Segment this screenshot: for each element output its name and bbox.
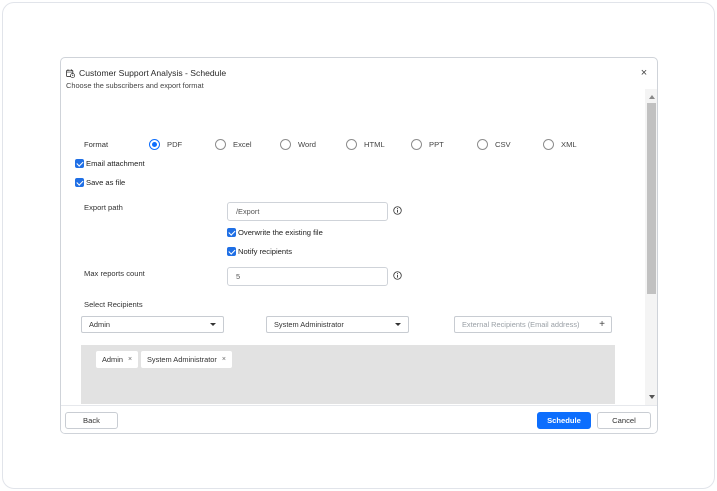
format-option-excel[interactable]: Excel <box>215 139 252 150</box>
format-option-ppt[interactable]: PPT <box>411 139 444 150</box>
radio-label-html: HTML <box>364 140 385 149</box>
recipient-chip-label: Admin <box>102 355 123 364</box>
format-label: Format <box>84 140 109 149</box>
calendar-clock-icon <box>66 68 75 78</box>
vertical-scrollbar[interactable] <box>645 89 657 405</box>
format-option-html[interactable]: HTML <box>346 139 385 150</box>
email-attachment-checkbox[interactable] <box>75 159 84 168</box>
radio-word[interactable] <box>280 139 291 150</box>
radio-label-word: Word <box>298 140 317 149</box>
radio-xml[interactable] <box>543 139 554 150</box>
recipient-chip-label: System Administrator <box>147 355 217 364</box>
overwrite-checkbox[interactable] <box>227 228 236 237</box>
radio-label-ppt: PPT <box>429 140 444 149</box>
radio-csv[interactable] <box>477 139 488 150</box>
dialog-title: Customer Support Analysis - Schedule <box>79 68 227 78</box>
external-recipients-placeholder: External Recipients (Email address) <box>462 320 580 329</box>
dialog-header: Customer Support Analysis - Schedule <box>66 67 226 79</box>
max-reports-input[interactable]: 5 <box>227 267 388 286</box>
cancel-button[interactable]: Cancel <box>597 412 651 429</box>
add-icon[interactable]: + <box>599 319 605 331</box>
radio-pdf[interactable] <box>149 139 160 150</box>
scroll-down-icon[interactable] <box>645 392 657 402</box>
remove-icon[interactable]: × <box>222 356 226 363</box>
recipient-group-value: Admin <box>89 320 110 329</box>
recipient-chip: Admin × <box>96 351 139 368</box>
schedule-dialog: Customer Support Analysis - Schedule Cho… <box>60 57 658 434</box>
chevron-down-icon <box>395 323 401 326</box>
format-option-pdf[interactable]: PDF <box>149 139 182 150</box>
radio-label-pdf: PDF <box>167 140 183 149</box>
notify-recipients-checkbox[interactable] <box>227 247 236 256</box>
info-icon <box>393 271 402 280</box>
schedule-button[interactable]: Schedule <box>537 412 591 429</box>
recipient-group-select[interactable]: Admin <box>81 316 224 333</box>
scroll-up-icon[interactable] <box>645 92 657 102</box>
radio-excel[interactable] <box>215 139 226 150</box>
email-attachment-label: Email attachment <box>86 159 145 168</box>
radio-ppt[interactable] <box>411 139 422 150</box>
dialog-footer: Back Schedule Cancel <box>61 405 657 433</box>
format-option-csv[interactable]: CSV <box>477 139 511 150</box>
overwrite-label: Overwrite the existing file <box>238 228 323 237</box>
save-as-file-label: Save as file <box>86 178 126 187</box>
recipient-user-value: System Administrator <box>274 320 344 329</box>
format-option-xml[interactable]: XML <box>543 139 577 150</box>
notify-recipients-option[interactable]: Notify recipients <box>227 247 292 256</box>
recipient-chip: System Administrator × <box>141 351 232 368</box>
scrollbar-thumb[interactable] <box>647 103 656 294</box>
selected-recipients-box: Admin × System Administrator × <box>81 345 615 404</box>
remove-icon[interactable]: × <box>128 356 132 363</box>
dialog-content: Format PDF Excel Word HTML PPT CSV XML E… <box>61 88 645 404</box>
close-icon[interactable]: × <box>638 67 650 79</box>
radio-html[interactable] <box>346 139 357 150</box>
export-path-input[interactable]: /Export <box>227 202 388 221</box>
radio-label-excel: Excel <box>233 140 252 149</box>
radio-label-csv: CSV <box>495 140 511 149</box>
export-path-label: Export path <box>84 203 123 212</box>
info-icon <box>393 206 402 215</box>
max-reports-label: Max reports count <box>84 269 145 278</box>
radio-label-xml: XML <box>561 140 577 149</box>
chevron-down-icon <box>210 323 216 326</box>
external-recipients-input[interactable]: External Recipients (Email address) + <box>454 316 612 333</box>
format-option-word[interactable]: Word <box>280 139 316 150</box>
back-button[interactable]: Back <box>65 412 118 429</box>
select-recipients-label: Select Recipients <box>84 300 143 309</box>
notify-recipients-label: Notify recipients <box>238 247 293 256</box>
recipient-user-select[interactable]: System Administrator <box>266 316 409 333</box>
email-attachment-option[interactable]: Email attachment <box>75 159 145 168</box>
overwrite-option[interactable]: Overwrite the existing file <box>227 228 323 237</box>
save-as-file-checkbox[interactable] <box>75 178 84 187</box>
save-as-file-option[interactable]: Save as file <box>75 178 125 187</box>
